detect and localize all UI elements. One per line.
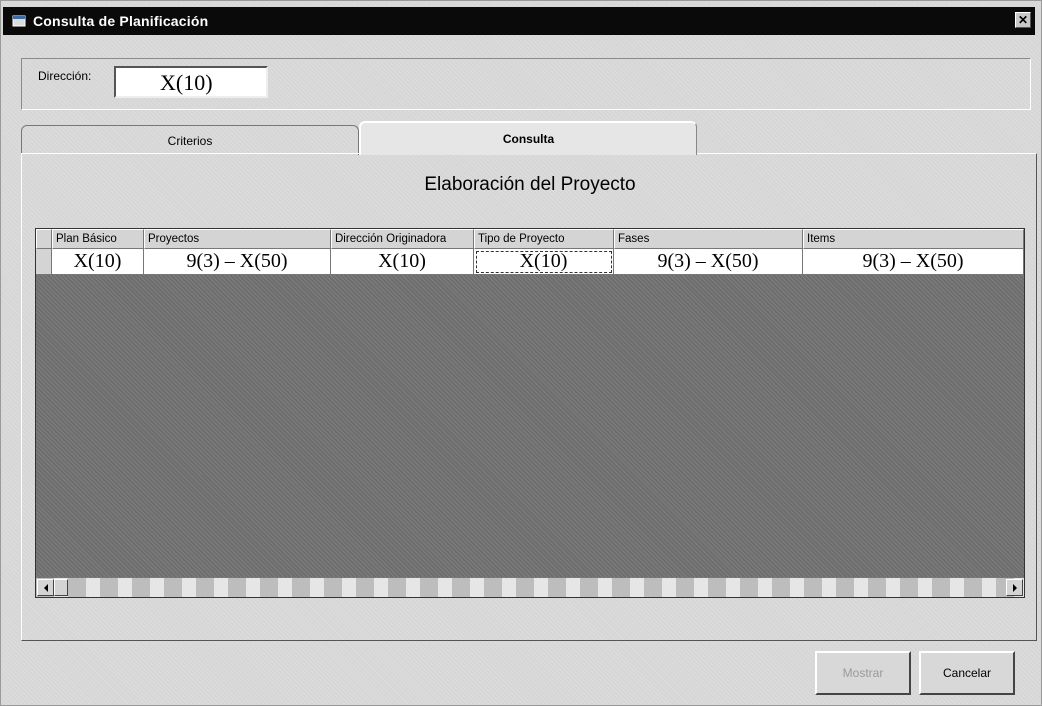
cell-fases[interactable]: 9(3) – X(50) (614, 249, 803, 275)
direccion-label: Dirección: (38, 69, 92, 83)
window-title: Consulta de Planificación (33, 13, 209, 29)
column-header-plan-basico[interactable]: Plan Básico (52, 229, 144, 249)
consulta-panel: Elaboración del Proyecto Plan Básico Pro… (21, 153, 1037, 641)
cancelar-button[interactable]: Cancelar (919, 651, 1015, 695)
panel-caption: Elaboración del Proyecto (424, 174, 636, 195)
cell-direccion-originadora[interactable]: X(10) (331, 249, 474, 275)
main-window: Consulta de Planificación ✕ Dirección: X… (0, 0, 1042, 706)
close-button[interactable]: ✕ (1015, 12, 1031, 28)
column-header-items[interactable]: Items (803, 229, 1024, 249)
mostrar-button[interactable]: Mostrar (815, 651, 911, 695)
close-icon: ✕ (1017, 13, 1029, 27)
header-selector (36, 229, 52, 249)
scroll-right-button[interactable] (1006, 579, 1023, 596)
horizontal-scrollbar[interactable] (36, 577, 1024, 597)
tab-criterios[interactable]: Criterios (21, 125, 359, 155)
cell-plan-basico[interactable]: X(10) (52, 249, 144, 275)
arrow-left-icon (43, 583, 48, 592)
results-grid[interactable]: Plan Básico Proyectos Dirección Originad… (35, 228, 1025, 598)
scroll-thumb[interactable] (54, 579, 68, 596)
table-row[interactable]: X(10) 9(3) – X(50) X(10) X(10) 9(3) – X(… (36, 249, 1024, 275)
direccion-input[interactable]: X(10) (114, 66, 268, 98)
column-header-direccion-originadora[interactable]: Dirección Originadora (331, 229, 474, 249)
column-header-proyectos[interactable]: Proyectos (144, 229, 331, 249)
column-header-fases[interactable]: Fases (614, 229, 803, 249)
arrow-right-icon (1012, 583, 1017, 592)
cell-items[interactable]: 9(3) – X(50) (803, 249, 1024, 275)
column-header-tipo-proyecto[interactable]: Tipo de Proyecto (474, 229, 614, 249)
tab-control: Criterios Consulta Elaboración del Proye… (21, 121, 1037, 641)
title-bar[interactable]: Consulta de Planificación ✕ (3, 7, 1035, 35)
cell-tipo-proyecto[interactable]: X(10) (474, 249, 614, 275)
direccion-panel: Dirección: X(10) (21, 58, 1031, 110)
row-selector[interactable] (36, 249, 52, 275)
scroll-left-button[interactable] (37, 579, 54, 596)
grid-header: Plan Básico Proyectos Dirección Originad… (36, 229, 1024, 249)
tab-consulta[interactable]: Consulta (359, 121, 697, 155)
app-icon (12, 15, 26, 27)
cell-proyectos[interactable]: 9(3) – X(50) (144, 249, 331, 275)
